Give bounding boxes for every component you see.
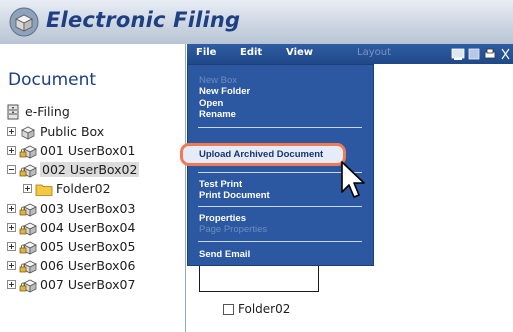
tree-item-label: Folder02	[56, 181, 111, 196]
expand-icon[interactable]	[7, 242, 16, 251]
expand-icon[interactable]	[7, 261, 16, 270]
locked-box-icon	[19, 220, 37, 236]
menu-item-rename[interactable]: Rename	[199, 109, 236, 120]
folder-checkbox[interactable]	[223, 303, 234, 315]
menu-item-send-email[interactable]: Send Email	[199, 249, 250, 260]
menu-separator	[198, 127, 362, 128]
tree-item[interactable]: 002 UserBox02	[7, 160, 140, 179]
menu-item-new-folder[interactable]: New Folder	[199, 86, 250, 97]
locked-box-icon	[19, 258, 37, 274]
save-icon[interactable]	[467, 47, 481, 61]
menu-item-open[interactable]: Open	[199, 98, 223, 109]
expand-icon[interactable]	[7, 127, 16, 136]
menu-item-test-print[interactable]: Test Print	[199, 179, 242, 190]
cabinet-icon	[4, 104, 22, 120]
menu-separator	[198, 172, 362, 173]
tree-item-label: 005 UserBox05	[40, 239, 136, 254]
document-heading: Document	[8, 70, 97, 90]
expand-icon[interactable]	[7, 223, 16, 232]
tree-item-label: 003 UserBox03	[40, 201, 136, 216]
menu-separator	[198, 241, 362, 242]
tree-item-label: e-Filing	[25, 104, 70, 119]
tree-item[interactable]: Folder02	[23, 179, 111, 198]
tree-item-label: 004 UserBox04	[40, 220, 136, 235]
menu-item-page-properties: Page Properties	[199, 224, 268, 235]
tree-item-label: 001 UserBox01	[40, 143, 136, 158]
menubar: File Edit View Layout	[187, 44, 513, 64]
tree-item[interactable]: 005 UserBox05	[7, 237, 135, 256]
tree-item-label: 007 UserBox07	[40, 277, 136, 292]
left-panel: Document e-Filing Public Box 001 UserBox01…	[0, 44, 186, 332]
locked-box-icon	[19, 239, 37, 255]
toolbar-icons	[451, 47, 513, 61]
tree-item-label: 002 UserBox02	[40, 162, 140, 177]
folder-icon	[35, 181, 53, 197]
tree-item-label: 006 UserBox06	[40, 258, 136, 273]
locked-box-icon	[19, 277, 37, 293]
box-logo-icon	[9, 7, 39, 37]
folder-list-item[interactable]: Folder02	[223, 302, 290, 316]
collapse-icon[interactable]	[7, 165, 16, 174]
menu-edit[interactable]: Edit	[240, 47, 262, 58]
tree-item-label: Public Box	[40, 124, 105, 139]
menu-item-properties[interactable]: Properties	[199, 213, 246, 224]
public-box-icon	[19, 124, 37, 140]
menu-item-print-document[interactable]: Print Document	[199, 190, 270, 201]
locked-box-icon	[19, 201, 37, 217]
menu-view[interactable]: View	[286, 47, 313, 58]
expand-icon[interactable]	[7, 280, 16, 289]
tree-item[interactable]: Public Box	[7, 122, 104, 141]
folder-label: Folder02	[238, 302, 291, 316]
menu-item-new-box: New Box	[199, 75, 238, 86]
mouse-pointer-icon	[341, 161, 365, 198]
expand-icon[interactable]	[7, 146, 16, 155]
print-icon[interactable]	[483, 47, 497, 61]
menu-separator	[198, 206, 362, 207]
tree-item[interactable]: 003 UserBox03	[7, 199, 135, 218]
expand-icon[interactable]	[23, 184, 32, 193]
tree-item[interactable]: 004 UserBox04	[7, 218, 135, 237]
download-icon[interactable]	[451, 47, 465, 61]
expand-icon[interactable]	[7, 204, 16, 213]
tree-item[interactable]: 006 UserBox06	[7, 256, 135, 275]
locked-box-icon	[19, 143, 37, 159]
menu-layout: Layout	[357, 47, 391, 58]
tree-item[interactable]: e-Filing	[4, 102, 70, 121]
tree-item[interactable]: 001 UserBox01	[7, 141, 135, 160]
menu-file[interactable]: File	[196, 47, 216, 58]
tree-item[interactable]: 007 UserBox07	[7, 275, 135, 294]
app-header: Electronic Filing	[0, 0, 513, 44]
menu-item-upload-archived-document[interactable]: Upload Archived Document	[199, 149, 323, 160]
locked-box-icon	[19, 162, 37, 178]
app-title: Electronic Filing	[46, 8, 241, 32]
cut-icon[interactable]	[499, 47, 513, 61]
